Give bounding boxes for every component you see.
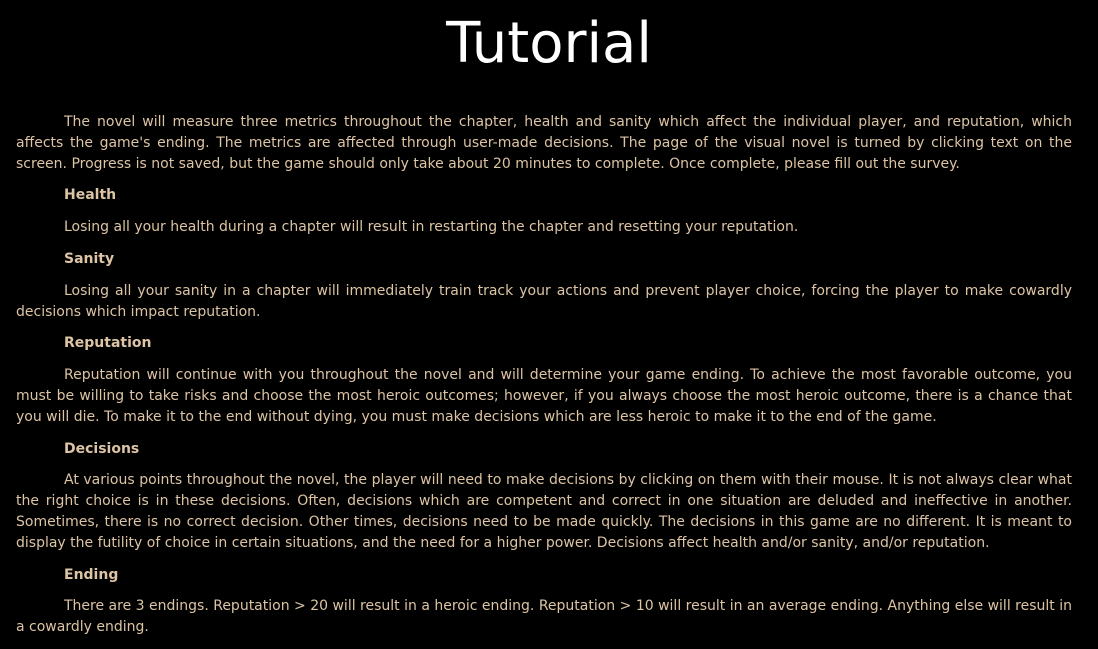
page-title: Tutorial (446, 11, 652, 76)
ending-heading: Ending (64, 566, 119, 583)
sanity-paragraph: Losing all your sanity in a chapter will… (16, 282, 1072, 320)
reputation-paragraph: Reputation will continue with you throug… (16, 367, 1072, 425)
tutorial-page: Tutorial The novel will measure three me… (0, 0, 1098, 649)
decisions-paragraph: At various points throughout the novel, … (16, 472, 1072, 551)
reputation-heading: Reputation (64, 335, 152, 352)
ending-paragraph: There are 3 endings. Reputation > 20 wil… (16, 598, 1072, 636)
health-heading: Health (64, 187, 117, 204)
intro-paragraph: The novel will measure three metrics thr… (16, 114, 1072, 172)
decisions-heading: Decisions (64, 440, 140, 457)
sanity-heading: Sanity (64, 250, 115, 267)
tutorial-content: The novel will measure three metrics thr… (16, 112, 1072, 638)
health-paragraph: Losing all your health during a chapter … (64, 219, 799, 236)
